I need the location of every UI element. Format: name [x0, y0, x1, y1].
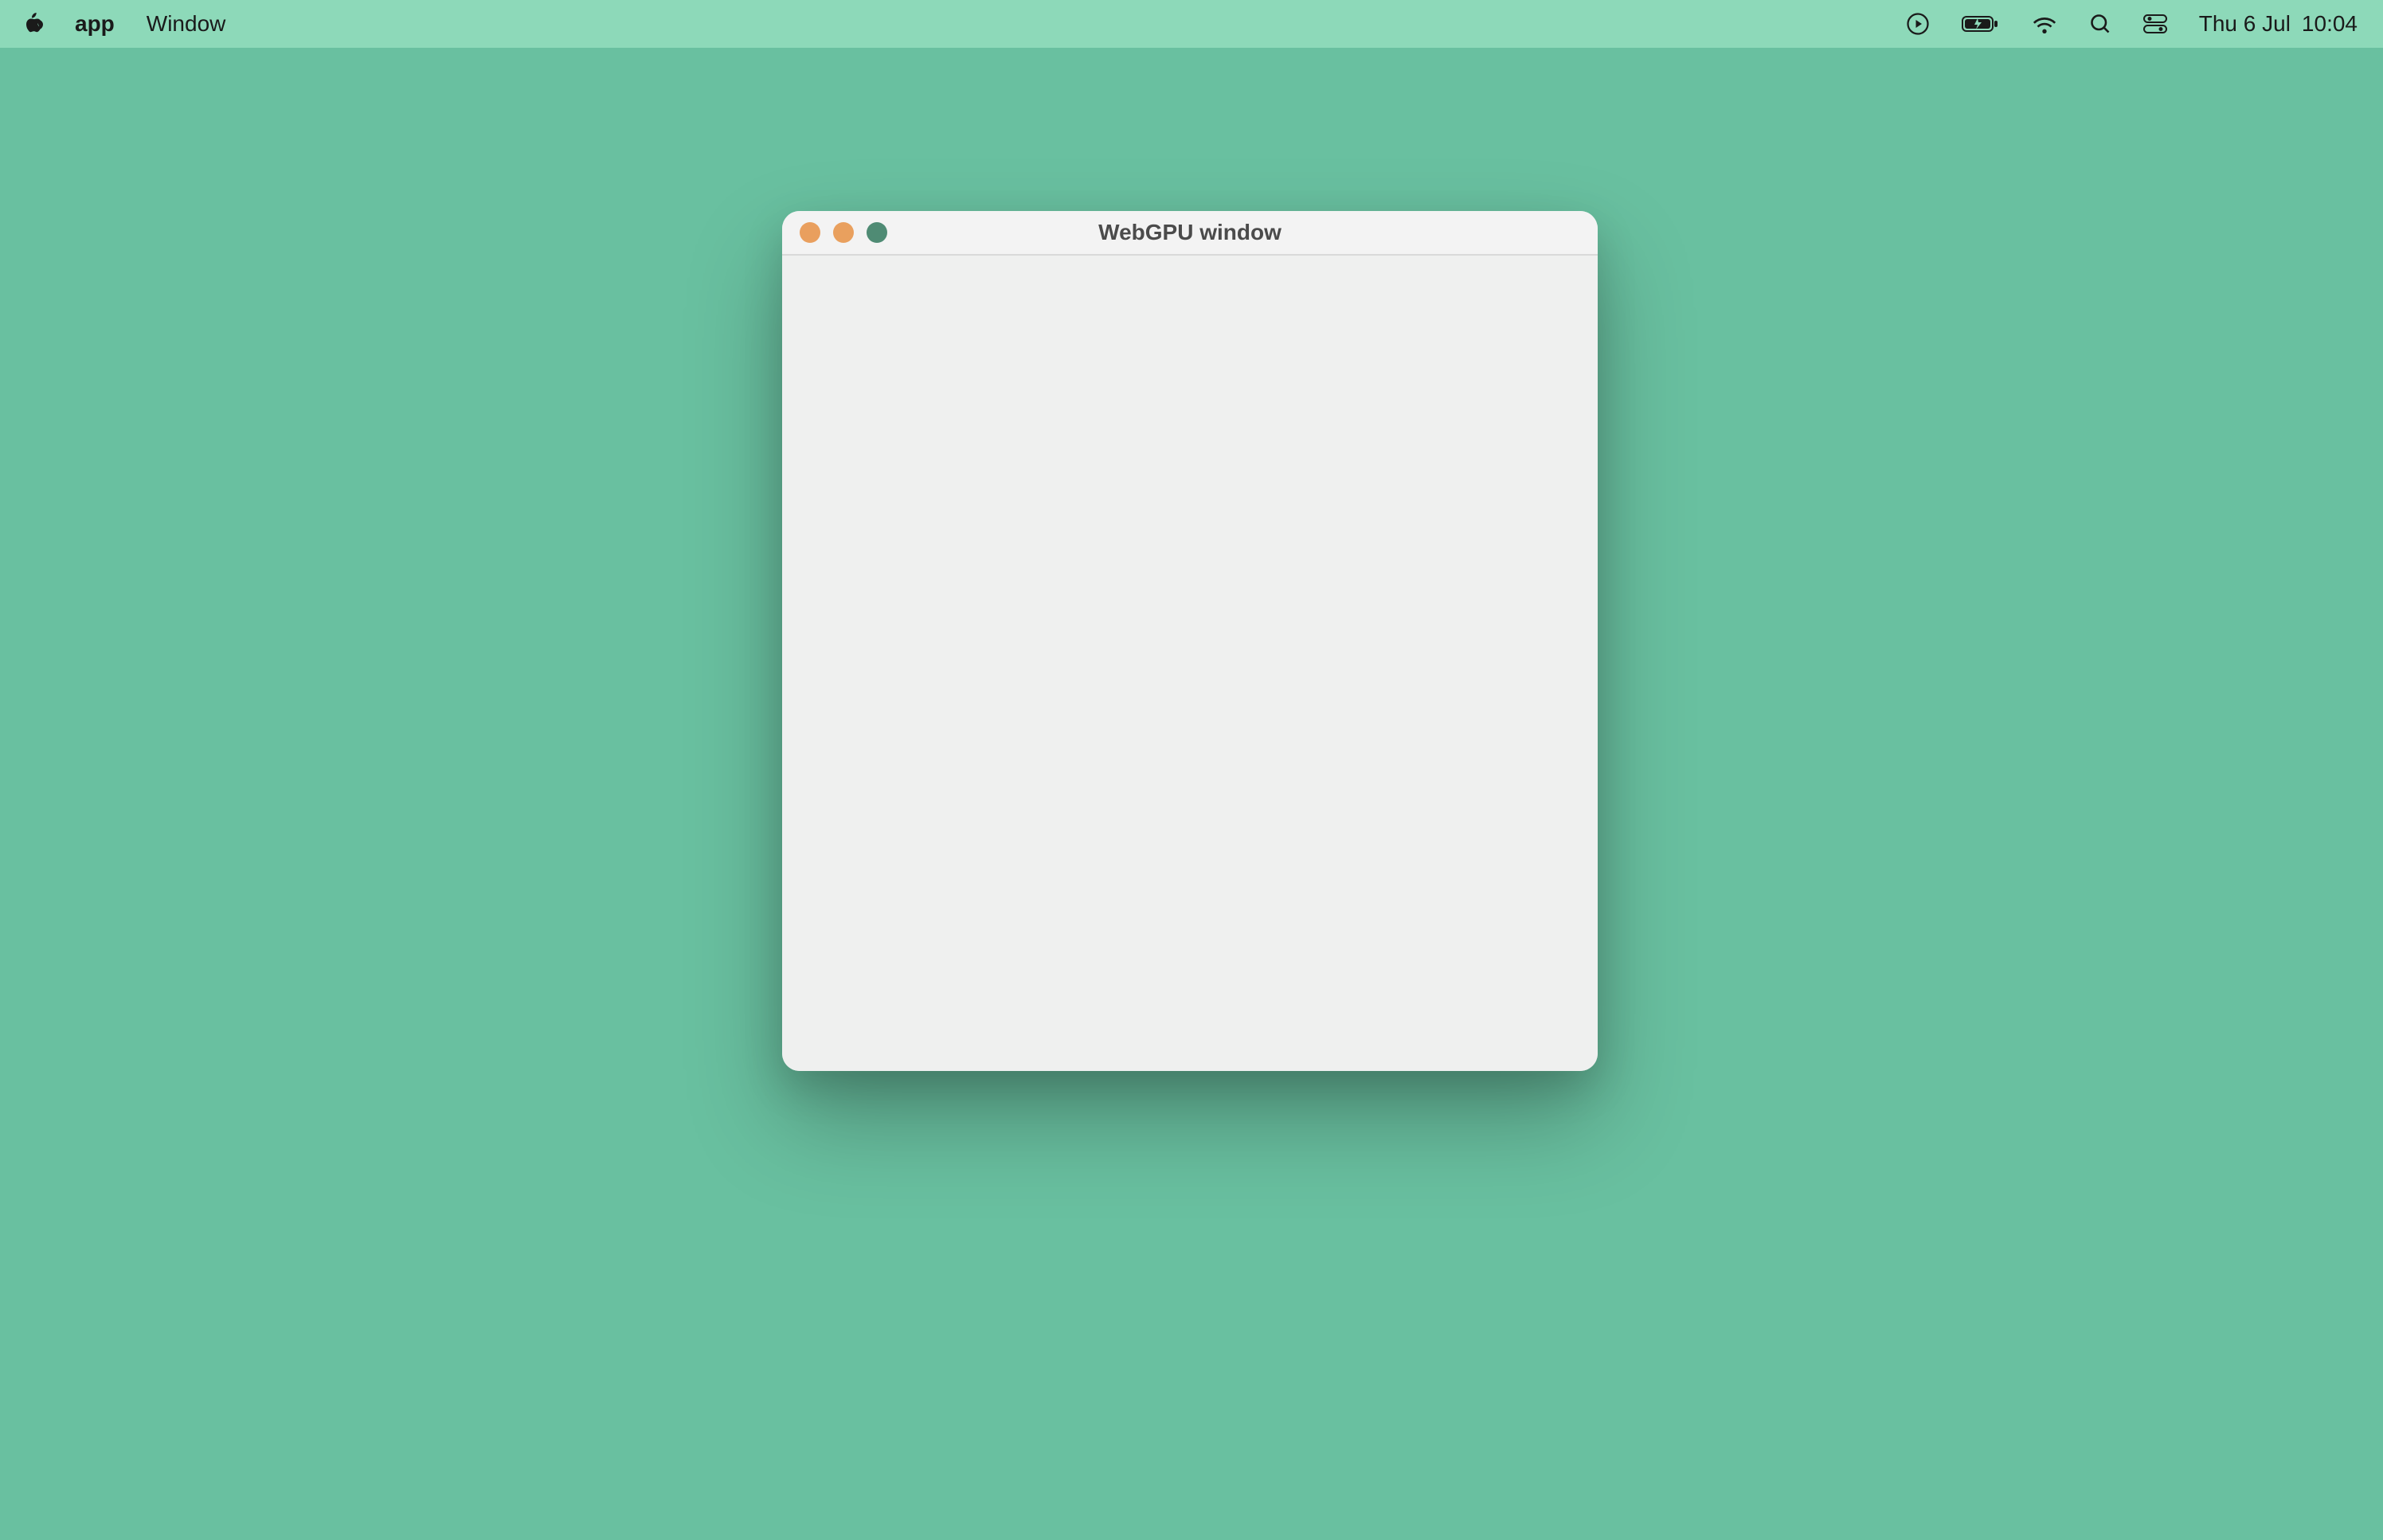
zoom-button[interactable] [867, 222, 887, 243]
menubar-date: Thu 6 Jul [2199, 11, 2291, 37]
menubar-right: Thu 6 Jul 10:04 [1906, 11, 2358, 37]
window-titlebar[interactable]: WebGPU window [782, 211, 1598, 256]
close-button[interactable] [800, 222, 820, 243]
desktop[interactable]: WebGPU window [0, 48, 2383, 1540]
search-icon[interactable] [2089, 13, 2111, 35]
control-center-icon[interactable] [2143, 14, 2167, 34]
wifi-icon[interactable] [2032, 14, 2057, 33]
menubar-item-window[interactable]: Window [147, 11, 226, 37]
playback-icon[interactable] [1906, 12, 1930, 36]
menubar-datetime[interactable]: Thu 6 Jul 10:04 [2199, 11, 2358, 37]
window-title: WebGPU window [1098, 220, 1281, 245]
battery-icon[interactable] [1962, 14, 2000, 33]
apple-icon[interactable] [21, 13, 43, 35]
menubar-app-name[interactable]: app [75, 11, 115, 37]
traffic-lights [800, 222, 887, 243]
menubar-left: app Window [21, 11, 225, 37]
minimize-button[interactable] [833, 222, 854, 243]
app-window[interactable]: WebGPU window [782, 211, 1598, 1071]
menubar-time: 10:04 [2302, 11, 2358, 37]
window-content [782, 256, 1598, 1071]
menubar: app Window [0, 0, 2383, 48]
